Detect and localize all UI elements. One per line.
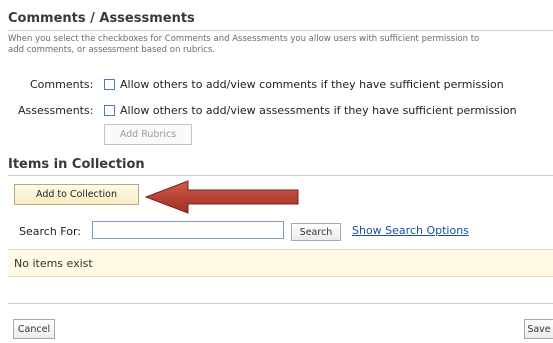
- comments-label: Comments:: [30, 78, 94, 91]
- search-input[interactable]: [92, 221, 284, 239]
- search-for-label: Search For:: [19, 225, 81, 238]
- arrow-shape: [144, 180, 299, 214]
- save-button[interactable]: Save: [524, 319, 553, 339]
- add-rubrics-button[interactable]: Add Rubrics: [104, 124, 192, 145]
- footer-divider: [8, 303, 553, 304]
- cancel-button[interactable]: Cancel: [13, 319, 55, 339]
- show-search-options-link[interactable]: Show Search Options: [352, 224, 469, 237]
- no-items-text: No items exist: [14, 256, 93, 270]
- no-items-notice: No items exist: [8, 249, 553, 277]
- assessments-checkbox[interactable]: [104, 105, 115, 116]
- section-divider: [8, 175, 553, 176]
- comments-assessments-title: Comments / Assessments: [8, 11, 195, 26]
- comments-checkbox[interactable]: [104, 79, 115, 90]
- items-in-collection-title: Items in Collection: [8, 157, 145, 172]
- search-button[interactable]: Search: [291, 223, 341, 241]
- assessments-label: Assessments:: [18, 104, 94, 117]
- add-to-collection-button[interactable]: Add to Collection: [14, 184, 139, 205]
- description-line-1: When you select the checkboxes for Comme…: [8, 34, 480, 44]
- annotation-arrow: [144, 180, 299, 214]
- assessments-option-text: Allow others to add/view assessments if …: [120, 104, 517, 117]
- comments-option-text: Allow others to add/view comments if the…: [120, 78, 504, 91]
- description-line-2: add comments, or assessment based on rub…: [8, 45, 215, 55]
- section-divider: [8, 30, 553, 31]
